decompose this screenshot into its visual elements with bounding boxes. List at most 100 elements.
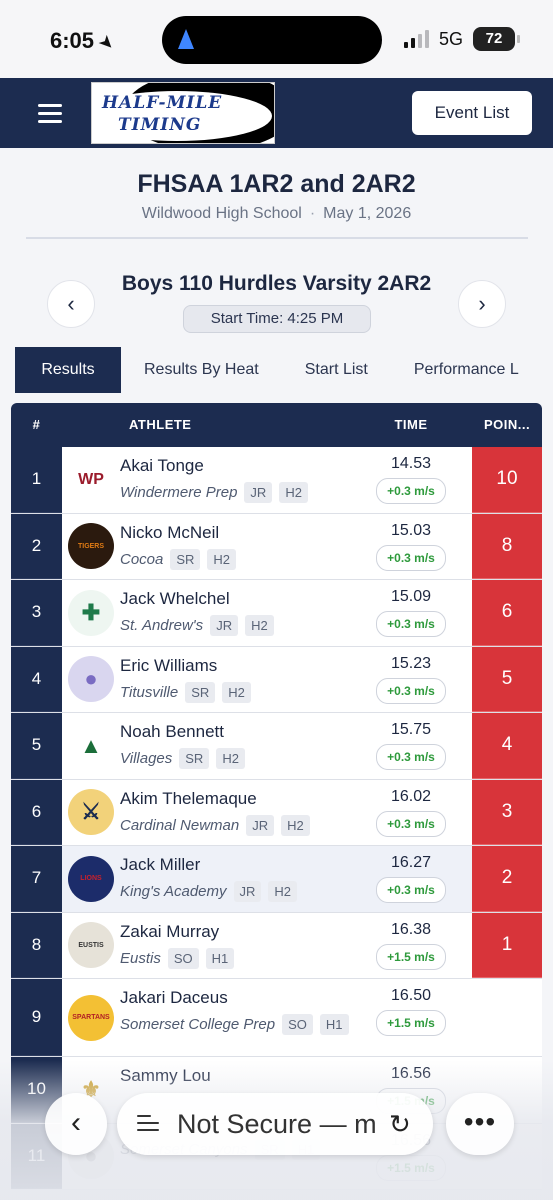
tab-results[interactable]: Results bbox=[15, 347, 121, 393]
time-cell: 16.27 +0.3 m/s bbox=[350, 846, 472, 912]
athlete-name[interactable]: Noah Bennett bbox=[120, 722, 350, 742]
heat-chip: H2 bbox=[279, 482, 308, 503]
logo-text-line1: HALF-MILE bbox=[102, 93, 223, 113]
team-logo-cell: SPARTANS bbox=[62, 979, 120, 1056]
reader-mode-icon[interactable] bbox=[137, 1112, 159, 1136]
team-name[interactable]: Eustis bbox=[120, 950, 161, 967]
heat-chip: H2 bbox=[207, 548, 237, 570]
team-logo-icon: WP bbox=[68, 456, 114, 503]
athlete-name[interactable]: Akim Thelemaque bbox=[120, 789, 350, 809]
reload-icon[interactable]: ↻ bbox=[389, 1109, 411, 1140]
meet-date: May 1, 2026 bbox=[323, 205, 412, 222]
wind-badge: +0.3 m/s bbox=[376, 810, 446, 837]
event-list-button[interactable]: Event List bbox=[412, 91, 532, 135]
athlete-cell: Nicko McNeil Cocoa SR H2 bbox=[120, 514, 350, 580]
athlete-cell: Eric Williams Titusville SR H2 bbox=[120, 647, 350, 713]
col-athlete[interactable]: ATHLETE bbox=[62, 403, 350, 447]
app-header: HALF-MILE TIMING Event List bbox=[0, 78, 553, 148]
table-row[interactable]: 6 ⚔ Akim Thelemaque Cardinal Newman JR H2 … bbox=[11, 779, 542, 846]
col-place[interactable]: # bbox=[11, 403, 62, 447]
athlete-meta: Cocoa SR H2 bbox=[120, 548, 350, 570]
athlete-cell: Jack Whelchel St. Andrew's JR H2 bbox=[120, 580, 350, 646]
place-cell: 9 bbox=[11, 979, 62, 1056]
network-type: 5G bbox=[438, 28, 463, 49]
athlete-meta: Somerset College Prep SO H1 bbox=[120, 1014, 350, 1035]
tab-results-by-heat[interactable]: Results By Heat bbox=[121, 347, 282, 393]
wind-badge: +1.5 m/s bbox=[376, 1010, 446, 1036]
url-text: Not Secure — m bbox=[177, 1108, 377, 1139]
team-name[interactable]: Somerset College Prep bbox=[120, 1016, 275, 1033]
chevron-right-icon: › bbox=[478, 291, 486, 316]
points-cell: 8 bbox=[472, 513, 542, 579]
grade-chip: SR bbox=[179, 748, 210, 769]
grade-chip: JR bbox=[233, 881, 262, 902]
table-row[interactable]: 2 TIGERS Nicko McNeil Cocoa SR H2 15.03 +0… bbox=[11, 513, 542, 580]
table-row[interactable]: 5 ▲ Noah Bennett Villages SR H2 15.75 +0.3… bbox=[11, 713, 542, 780]
team-name[interactable]: King's Academy bbox=[120, 883, 227, 900]
team-name[interactable]: Windermere Prep bbox=[120, 484, 237, 501]
team-name[interactable]: Cardinal Newman bbox=[120, 817, 239, 834]
table-row[interactable]: 9 SPARTANS Jakari Daceus Somerset Colleg… bbox=[11, 979, 542, 1057]
team-name[interactable]: St. Andrew's bbox=[120, 617, 203, 634]
dynamic-island bbox=[162, 16, 382, 64]
more-dots-icon: ••• bbox=[463, 1106, 497, 1137]
athlete-name[interactable]: Jack Whelchel bbox=[120, 589, 350, 609]
athlete-name[interactable]: Eric Williams bbox=[120, 656, 350, 676]
points-cell bbox=[472, 979, 542, 1056]
result-time: 15.75 bbox=[390, 721, 432, 738]
address-bar[interactable]: Not Secure — m ↻ bbox=[117, 1093, 433, 1155]
col-time[interactable]: TIME bbox=[350, 403, 472, 447]
table-row[interactable]: 1 WP Akai Tonge Windermere Prep JR H2 14.5… bbox=[11, 447, 542, 514]
col-points[interactable]: POIN... bbox=[472, 403, 542, 447]
results-tabs: Results Results By Heat Start List Perfo… bbox=[15, 347, 553, 393]
points-cell: 6 bbox=[472, 580, 542, 646]
team-logo-cell: WP bbox=[62, 447, 120, 513]
wind-badge: +0.3 m/s bbox=[376, 744, 446, 770]
table-header: # ATHLETE TIME POIN... bbox=[11, 403, 542, 447]
team-logo-icon: EUSTIS bbox=[68, 922, 114, 969]
athlete-meta: St. Andrew's JR H2 bbox=[120, 615, 350, 636]
result-time: 16.38 bbox=[390, 920, 432, 938]
next-event-button[interactable]: › bbox=[458, 280, 506, 328]
cell-signal-icon bbox=[403, 30, 429, 48]
grade-chip: SO bbox=[282, 1014, 313, 1035]
table-row[interactable]: 4 ● Eric Williams Titusville SR H2 15.23 +… bbox=[11, 646, 542, 713]
points-cell: 10 bbox=[472, 447, 542, 513]
wind-badge: +0.3 m/s bbox=[376, 478, 446, 504]
browser-more-button[interactable]: ••• bbox=[446, 1093, 514, 1155]
table-row[interactable]: 8 EUSTIS Zakai Murray Eustis SO H1 16.38 +… bbox=[11, 912, 542, 979]
location-arrow-icon: ➤ bbox=[95, 32, 118, 55]
points-cell: 2 bbox=[472, 846, 542, 912]
place-cell: 3 bbox=[11, 580, 62, 646]
athlete-name[interactable]: Jack Miller bbox=[120, 855, 350, 875]
team-name[interactable]: Villages bbox=[120, 750, 172, 767]
athlete-meta: King's Academy JR H2 bbox=[120, 881, 350, 902]
team-logo-cell: LIONS bbox=[62, 846, 120, 912]
time-cell: 15.75 +0.3 m/s bbox=[350, 713, 472, 779]
tab-start-list[interactable]: Start List bbox=[282, 347, 391, 393]
athlete-name[interactable]: Akai Tonge bbox=[120, 456, 350, 476]
menu-icon[interactable] bbox=[38, 104, 62, 128]
points-cell: 5 bbox=[472, 646, 542, 712]
browser-back-button[interactable]: ‹ bbox=[45, 1093, 107, 1155]
start-time-badge: Start Time: 4:25 PM bbox=[183, 305, 371, 333]
heat-chip: H2 bbox=[222, 681, 251, 703]
athlete-name[interactable]: Jakari Daceus bbox=[120, 988, 350, 1008]
points-cell: 1 bbox=[472, 912, 542, 978]
athlete-name[interactable]: Zakai Murray bbox=[120, 922, 350, 942]
grade-chip: SO bbox=[167, 947, 199, 969]
points-cell: 3 bbox=[472, 779, 542, 845]
table-row[interactable]: 7 LIONS Jack Miller King's Academy JR H2 1… bbox=[11, 846, 542, 913]
time-cell: 16.38 +1.5 m/s bbox=[350, 913, 472, 979]
status-bar: 6:05➤ 5G 72 bbox=[0, 0, 553, 78]
heat-chip: H2 bbox=[245, 615, 274, 636]
wind-badge: +0.3 m/s bbox=[376, 677, 446, 704]
athlete-name[interactable]: Nicko McNeil bbox=[120, 523, 350, 543]
table-row[interactable]: 3 ✚ Jack Whelchel St. Andrew's JR H2 15.09… bbox=[11, 580, 542, 647]
athlete-meta: Cardinal Newman JR H2 bbox=[120, 814, 350, 836]
team-name[interactable]: Titusville bbox=[120, 684, 178, 701]
team-name[interactable]: Cocoa bbox=[120, 551, 163, 568]
tab-performance-list[interactable]: Performance L bbox=[391, 347, 542, 393]
grade-chip: JR bbox=[246, 814, 275, 836]
half-mile-timing-logo[interactable]: HALF-MILE TIMING bbox=[91, 82, 275, 144]
